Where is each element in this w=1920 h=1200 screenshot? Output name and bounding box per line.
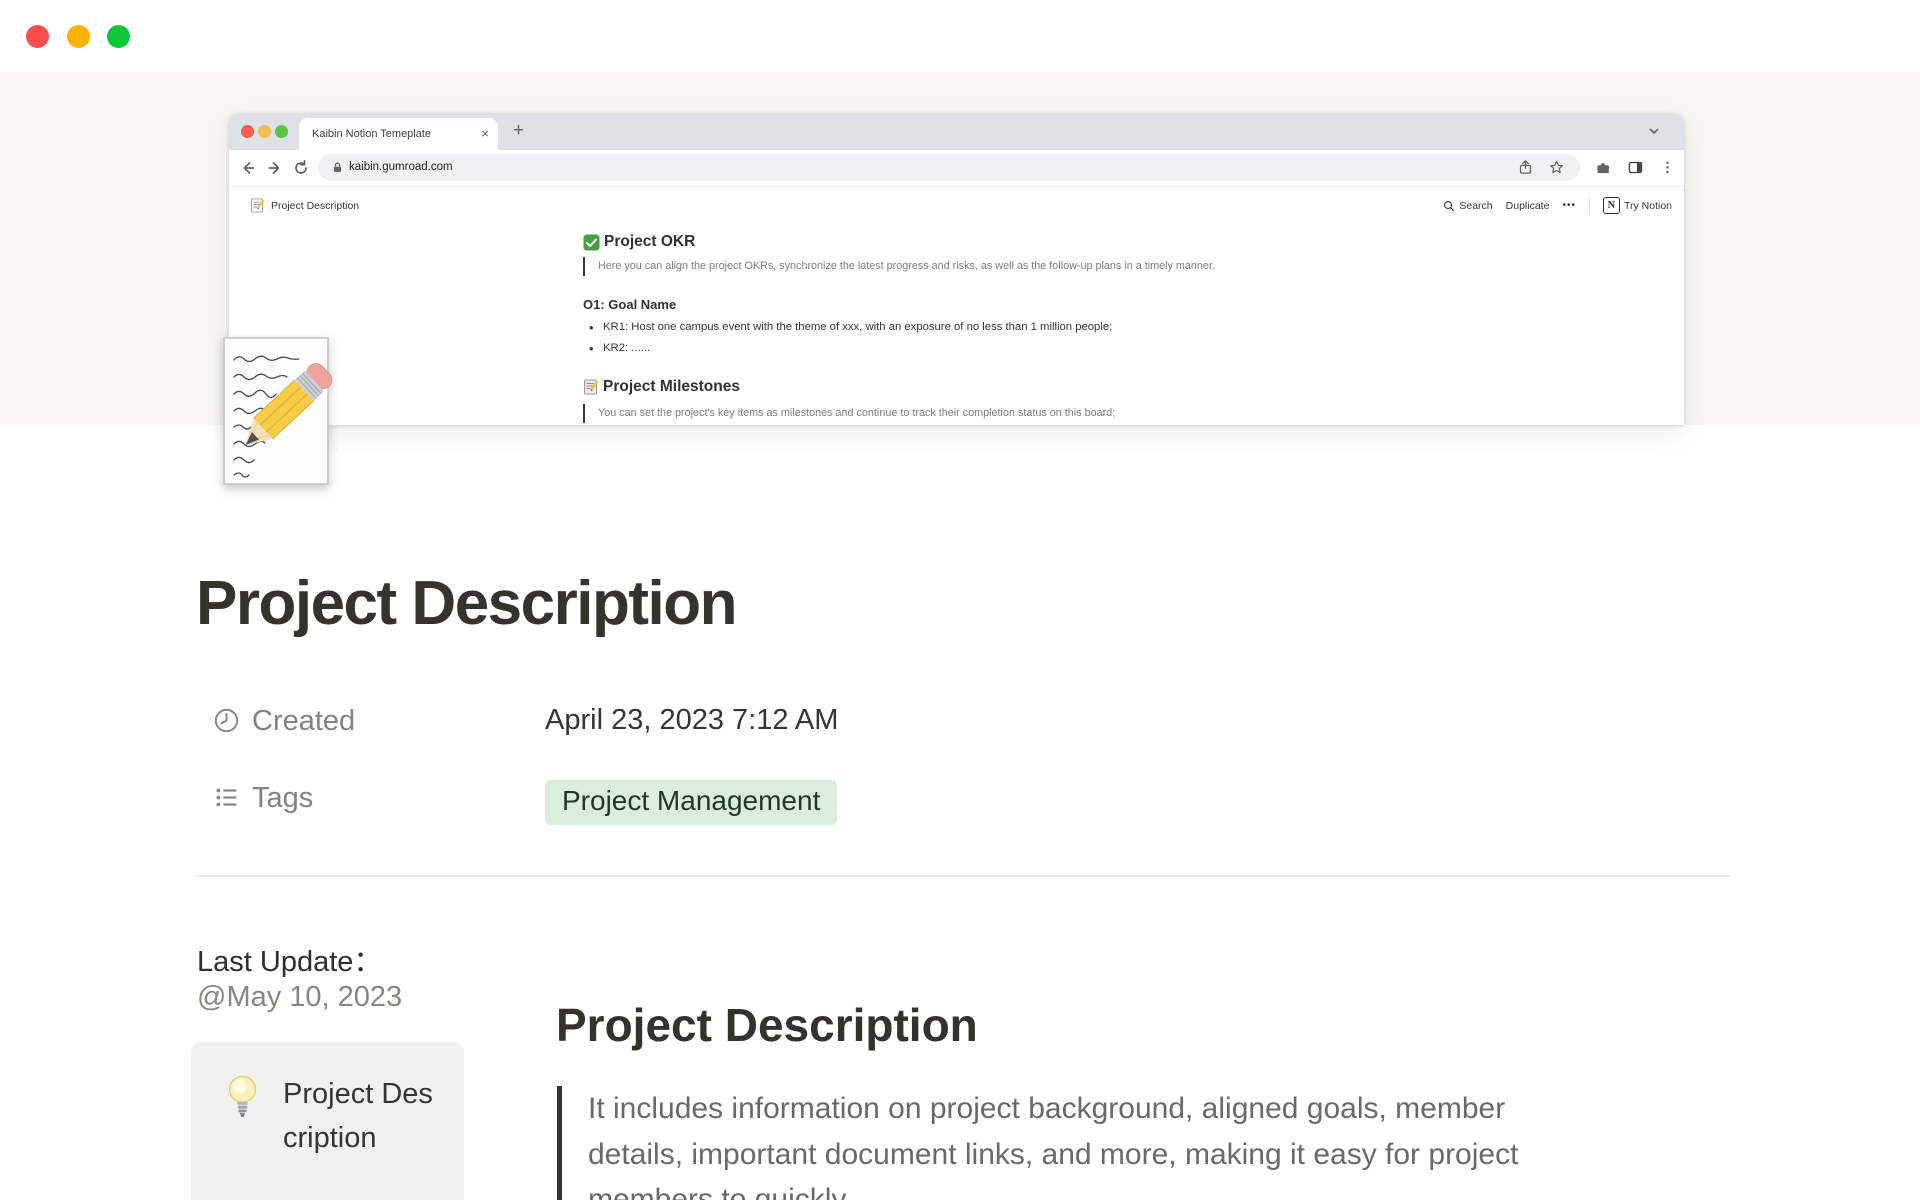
memo-emoji-icon: [583, 379, 599, 395]
kr2-bullet: KR2: ......: [583, 341, 1273, 356]
address-bar[interactable]: kaibin.gumroad.com: [318, 154, 1580, 181]
goal-heading: O1: Goal Name: [583, 297, 677, 312]
traffic-light-minimize-icon[interactable]: [67, 25, 90, 48]
forward-icon[interactable]: [266, 159, 284, 177]
macos-titlebar: [0, 0, 1920, 72]
kr1-bullet: KR1: Host one campus event with the them…: [583, 320, 1273, 335]
side-panel-icon[interactable]: [1627, 159, 1644, 176]
more-options-icon[interactable]: •••: [1562, 200, 1576, 211]
memo-page-emoji-art: [208, 336, 345, 498]
created-property-label[interactable]: Created: [252, 705, 355, 738]
check-emoji-icon: [583, 233, 600, 251]
browser-traffic-light-zoom-icon[interactable]: [275, 125, 288, 138]
browser-toolbar: kaibin.gumroad.com: [229, 150, 1684, 187]
screenshot-root: Kaibin Notion Temeplate × + kaibin.gumro…: [0, 0, 1920, 1200]
milestones-heading: Project Milestones: [583, 378, 1273, 396]
breadcrumb[interactable]: Project Description: [250, 198, 359, 213]
okr-quote: Here you can align the project OKRs, syn…: [583, 257, 1273, 276]
breadcrumb-label: Project Description: [271, 199, 360, 212]
share-icon[interactable]: [1517, 159, 1534, 176]
search-icon: [1443, 200, 1455, 212]
tag-project-management[interactable]: Project Management: [545, 780, 838, 825]
back-icon[interactable]: [239, 159, 257, 177]
reload-icon[interactable]: [292, 159, 310, 177]
notion-doc: Project OKR Here you can align the proje…: [583, 233, 1273, 423]
lightbulb-icon: [227, 1074, 258, 1120]
tab-title: Kaibin Notion Temeplate: [312, 128, 432, 140]
okr-heading: Project OKR: [583, 233, 1273, 251]
url-text: kaibin.gumroad.com: [349, 161, 453, 173]
browser-tab-strip: Kaibin Notion Temeplate × +: [229, 113, 1684, 150]
search-button[interactable]: Search: [1443, 199, 1493, 212]
created-property-value[interactable]: April 23, 2023 7:12 AM: [545, 704, 838, 737]
notion-logo-icon: N: [1602, 197, 1620, 214]
notion-topbar-actions: Search Duplicate ••• N Try Notion: [1443, 197, 1672, 214]
bookmark-star-icon[interactable]: [1548, 159, 1565, 176]
topbar-divider: [1588, 197, 1590, 214]
section-quote: It includes information on project backg…: [557, 1086, 1593, 1200]
project-description-link-card[interactable]: Project Description: [191, 1042, 464, 1200]
browser-tab[interactable]: Kaibin Notion Temeplate ×: [299, 118, 498, 150]
clock-icon: [213, 707, 240, 734]
last-update-label: Last Update：: [197, 946, 383, 978]
search-label: Search: [1459, 199, 1493, 212]
link-card-title: Project Description: [283, 1078, 433, 1154]
extensions-icon[interactable]: [1595, 159, 1612, 176]
tags-property-label[interactable]: Tags: [252, 782, 313, 815]
section-divider: [196, 875, 1730, 877]
memo-icon: [250, 198, 265, 213]
okr-heading-label: Project OKR: [604, 233, 696, 250]
milestones-heading-label: Project Milestones: [603, 378, 740, 395]
embedded-browser-window: Kaibin Notion Temeplate × + kaibin.gumro…: [229, 113, 1684, 425]
page-title[interactable]: Project Description: [196, 568, 737, 639]
try-notion-button[interactable]: N Try Notion: [1602, 197, 1672, 214]
traffic-light-close-icon[interactable]: [26, 25, 49, 48]
browser-traffic-light-close-icon[interactable]: [241, 125, 254, 138]
last-update-date-mention[interactable]: @May 10, 2023: [197, 981, 402, 1014]
milestones-quote: You can set the project's key items as m…: [583, 404, 1273, 423]
kebab-menu-icon[interactable]: [1659, 159, 1676, 176]
new-tab-icon[interactable]: +: [513, 121, 524, 141]
notion-topbar: Project Description Search Duplicate •••…: [229, 186, 1684, 230]
browser-traffic-light-minimize-icon[interactable]: [258, 125, 271, 138]
list-icon: [213, 784, 240, 811]
tab-search-chevron-icon[interactable]: [1647, 124, 1661, 138]
traffic-light-zoom-icon[interactable]: [107, 25, 130, 48]
tab-close-icon[interactable]: ×: [481, 126, 489, 141]
lock-icon: [331, 161, 344, 174]
duplicate-button[interactable]: Duplicate: [1506, 200, 1550, 212]
section-heading: Project Description: [556, 999, 978, 1051]
try-notion-label: Try Notion: [1623, 199, 1672, 212]
